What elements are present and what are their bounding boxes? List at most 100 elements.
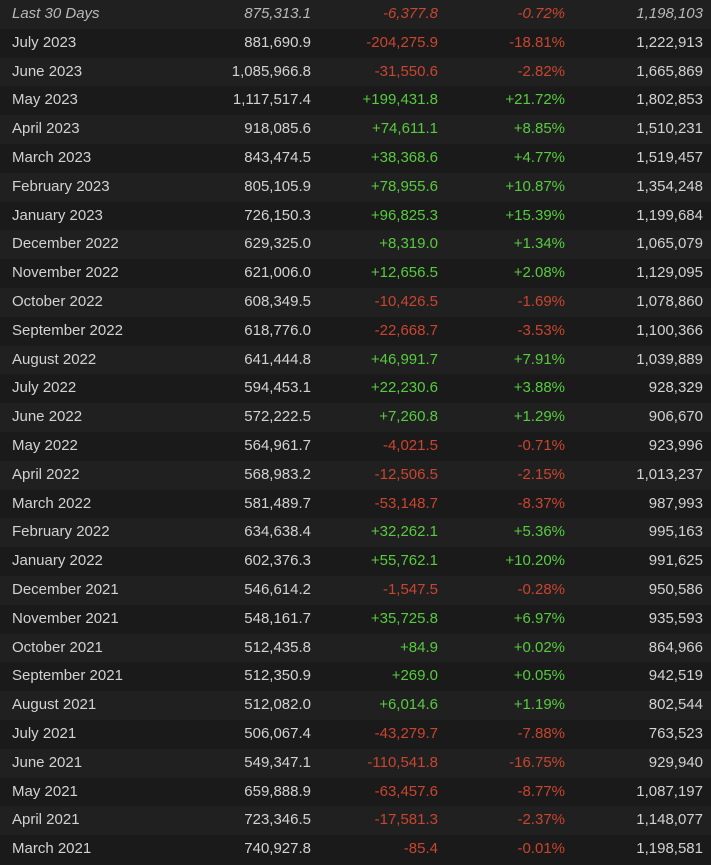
gain-cell: -204,275.9	[366, 33, 438, 51]
percent-gain-cell: -8.77%	[517, 782, 565, 800]
month-cell: April 2021	[12, 811, 80, 829]
percent-gain-cell: +0.02%	[513, 638, 565, 656]
avg-players-cell: 512,082.0	[244, 696, 311, 714]
gain-cell: -43,279.7	[374, 724, 438, 742]
table-row: May 2021 659,888.9 -63,457.6 -8.77% 1,087,19…	[0, 777, 711, 807]
avg-players-cell: 506,067.4	[244, 724, 311, 742]
percent-gain-cell: -8.37%	[517, 494, 565, 512]
avg-players-cell: 881,690.9	[244, 33, 311, 51]
gain-cell: -10,426.5	[374, 292, 438, 310]
month-cell: February 2023	[12, 177, 110, 195]
gain-cell: -17,581.3	[374, 811, 438, 829]
percent-gain-cell: +10.87%	[505, 177, 565, 195]
peak-players-cell: 935,593	[648, 609, 703, 627]
month-cell: November 2022	[12, 264, 119, 282]
percent-gain-cell: +3.88%	[513, 379, 565, 397]
month-cell: June 2022	[12, 408, 83, 426]
avg-players-cell: 581,489.7	[244, 494, 311, 512]
gain-cell: -85.4	[403, 840, 438, 858]
gain-cell: +12,656.5	[370, 264, 438, 282]
percent-gain-cell: -18.81%	[509, 33, 565, 51]
peak-players-cell: 1,087,197	[636, 782, 703, 800]
peak-players-cell: 929,940	[648, 753, 703, 771]
peak-players-cell: 923,996	[648, 436, 703, 454]
table-row: May 2022 564,961.7 -4,021.5 -0.71% 923,996	[0, 431, 711, 461]
table-row: February 2022 634,638.4 +32,262.1 +5.36% 995…	[0, 518, 711, 548]
gain-cell: +7,260.8	[379, 408, 438, 426]
percent-gain-cell: +0.05%	[513, 667, 565, 685]
month-cell: May 2023	[12, 91, 78, 109]
table-row-last-30-days: Last 30 Days 875,313.1 -6,377.8 -0.72% 1,198…	[0, 0, 711, 29]
percent-gain-cell: +5.36%	[513, 523, 565, 541]
month-cell: July 2023	[12, 33, 77, 51]
peak-players-cell: 942,519	[648, 667, 703, 685]
month-cell: March 2021	[12, 840, 92, 858]
table-row: July 2022 594,453.1 +22,230.6 +3.88% 928,329	[0, 374, 711, 404]
table-row: November 2022 621,006.0 +12,656.5 +2.08% 1,1…	[0, 259, 711, 288]
peak-players-cell: 1,013,237	[636, 465, 703, 483]
gain-cell: +38,368.6	[370, 148, 438, 166]
gain-cell: -1,547.5	[382, 580, 438, 598]
peak-players-cell: 1,129,095	[636, 264, 703, 282]
gain-cell: +22,230.6	[370, 379, 438, 397]
month-cell: August 2021	[12, 696, 97, 714]
peak-players-cell: 1,198,581	[636, 840, 703, 858]
percent-gain-cell: -0.71%	[517, 436, 565, 454]
month-cell: March 2023	[12, 148, 92, 166]
month-cell: February 2022	[12, 523, 110, 541]
gain-cell: +8,319.0	[379, 235, 438, 253]
month-cell: January 2022	[12, 552, 103, 570]
month-cell: May 2022	[12, 436, 78, 454]
month-cell: September 2021	[12, 667, 123, 685]
month-cell: December 2021	[12, 580, 119, 598]
peak-players-cell: 1,510,231	[636, 120, 703, 138]
percent-gain-cell: +6.97%	[513, 609, 565, 627]
peak-players-cell: 1,100,366	[636, 321, 703, 339]
month-cell: July 2022	[12, 379, 77, 397]
avg-players-cell: 621,006.0	[244, 264, 311, 282]
table-row: December 2022 629,325.0 +8,319.0 +1.34% 1,06…	[0, 230, 711, 260]
gain-cell: -63,457.6	[374, 782, 438, 800]
avg-players-cell: 805,105.9	[244, 177, 311, 195]
table-row: January 2022 602,376.3 +55,762.1 +10.20% 991…	[0, 547, 711, 576]
gain-cell: +269.0	[391, 667, 438, 685]
avg-players-cell: 659,888.9	[244, 782, 311, 800]
peak-players-cell: 1,519,457	[636, 148, 703, 166]
gain-cell: +55,762.1	[370, 552, 438, 570]
percent-gain-cell: -0.28%	[517, 580, 565, 598]
month-cell: December 2022	[12, 235, 119, 253]
percent-gain-cell: -16.75%	[509, 753, 565, 771]
table-row: August 2021 512,082.0 +6,014.6 +1.19% 802,54…	[0, 691, 711, 720]
peak-players-cell: 1,078,860	[636, 292, 703, 310]
table-row: September 2021 512,350.9 +269.0 +0.05% 942,5…	[0, 662, 711, 692]
avg-players-cell: 641,444.8	[244, 350, 311, 368]
percent-gain-cell: -2.15%	[517, 465, 565, 483]
peak-players-cell: 1,354,248	[636, 177, 703, 195]
peak-players-cell: 763,523	[648, 724, 703, 742]
gain-cell: -53,148.7	[374, 494, 438, 512]
avg-players-cell: 512,350.9	[244, 667, 311, 685]
avg-players-cell: 875,313.1	[244, 5, 311, 22]
avg-players-cell: 512,435.8	[244, 638, 311, 656]
avg-players-cell: 634,638.4	[244, 523, 311, 541]
peak-players-cell: 1,148,077	[636, 811, 703, 829]
table-row: January 2023 726,150.3 +96,825.3 +15.39% 1,1…	[0, 201, 711, 231]
table-row: April 2021 723,346.5 -17,581.3 -2.37% 1,148,…	[0, 806, 711, 836]
table-row: October 2022 608,349.5 -10,426.5 -1.69% 1,07…	[0, 287, 711, 317]
table-row: October 2021 512,435.8 +84.9 +0.02% 864,966	[0, 633, 711, 663]
table-row: July 2023 881,690.9 -204,275.9 -18.81% 1,222…	[0, 28, 711, 58]
month-cell: October 2022	[12, 292, 103, 310]
table-row: June 2023 1,085,966.8 -31,550.6 -2.82% 1,665…	[0, 57, 711, 87]
avg-players-cell: 549,347.1	[244, 753, 311, 771]
percent-gain-cell: +1.34%	[513, 235, 565, 253]
gain-cell: +6,014.6	[379, 696, 438, 714]
table-row: April 2023 918,085.6 +74,611.1 +8.85% 1,510,…	[0, 115, 711, 144]
player-stats-table: Last 30 Days 875,313.1 -6,377.8 -0.72% 1,198…	[0, 0, 711, 864]
peak-players-cell: 1,065,079	[636, 235, 703, 253]
avg-players-cell: 572,222.5	[244, 408, 311, 426]
month-cell: August 2022	[12, 350, 97, 368]
avg-players-cell: 546,614.2	[244, 580, 311, 598]
table-row: June 2021 549,347.1 -110,541.8 -16.75% 929,9…	[0, 748, 711, 778]
percent-gain-cell: +10.20%	[505, 552, 565, 570]
month-cell: June 2023	[12, 62, 83, 80]
